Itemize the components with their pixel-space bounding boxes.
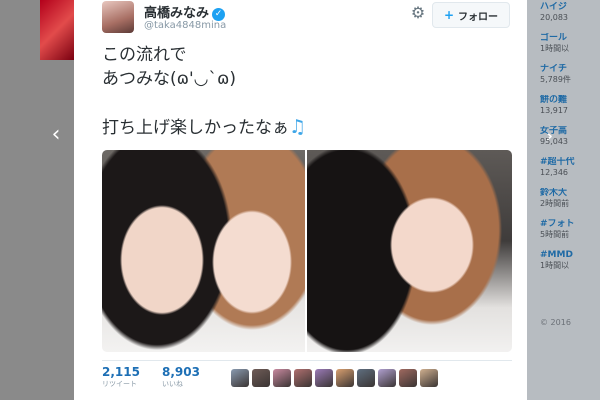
- trend-count: 2時間前: [540, 199, 570, 208]
- liker-avatar[interactable]: [231, 369, 249, 387]
- tweet-photo-2[interactable]: [307, 150, 512, 352]
- liker-avatar[interactable]: [315, 369, 333, 387]
- follow-button[interactable]: + フォロー: [432, 2, 510, 28]
- gear-icon[interactable]: ⚙: [409, 4, 427, 22]
- trend-item[interactable]: ナイチ 5,789件: [540, 64, 600, 85]
- liker-avatar[interactable]: [357, 369, 375, 387]
- trend-item[interactable]: #超十代 12,346: [540, 157, 600, 178]
- trend-title: 鈴木大: [540, 188, 568, 198]
- background-thumbnail: [40, 0, 74, 60]
- previous-arrow-icon[interactable]: ‹: [47, 122, 65, 148]
- trend-count: 20,083: [540, 13, 568, 22]
- liker-avatar[interactable]: [420, 369, 438, 387]
- trend-title: #超十代: [540, 157, 575, 167]
- trend-title: #フォト: [540, 219, 575, 229]
- liker-avatar[interactable]: [378, 369, 396, 387]
- retweet-count[interactable]: 2,115 リツイート: [102, 365, 140, 389]
- trend-item[interactable]: 鈴木大 2時間前: [540, 188, 600, 209]
- trend-title: 餅の難: [540, 95, 568, 105]
- display-name[interactable]: 高橋みなみ ✓: [144, 2, 226, 21]
- trend-count: 12,346: [540, 168, 568, 177]
- like-count[interactable]: 8,903 いいね: [162, 365, 200, 389]
- trend-count: 1時間以: [540, 261, 570, 270]
- trend-item[interactable]: #フォト 5時間前: [540, 219, 600, 240]
- footer-copyright: © 2016: [540, 318, 571, 327]
- add-user-icon: +: [443, 8, 455, 22]
- tweet-text-line-3: 打ち上げ楽しかったなぁ♫: [102, 116, 307, 138]
- liker-avatar[interactable]: [273, 369, 291, 387]
- trend-count: 5,789件: [540, 75, 571, 84]
- liker-avatar[interactable]: [252, 369, 270, 387]
- trend-item[interactable]: ゴール 1時間以: [540, 33, 600, 54]
- trend-item[interactable]: 女子高 95,043: [540, 126, 600, 147]
- avatar[interactable]: [102, 1, 134, 33]
- trend-title: 女子高: [540, 126, 568, 136]
- trend-item[interactable]: 餅の難 13,917: [540, 95, 600, 116]
- trend-title: #MMD: [540, 250, 573, 260]
- liker-avatar[interactable]: [399, 369, 417, 387]
- trend-title: ゴール: [540, 33, 568, 43]
- liker-avatars: [231, 369, 438, 387]
- trend-count: 13,917: [540, 106, 568, 115]
- trend-item[interactable]: ハイジ 20,083: [540, 2, 600, 23]
- trend-count: 95,043: [540, 137, 568, 146]
- tweet-text-line-2: あつみな(ɷ'◡`ɷ): [102, 69, 237, 89]
- left-overlay: [0, 0, 74, 400]
- stats-divider: [102, 360, 512, 361]
- liker-avatar[interactable]: [294, 369, 312, 387]
- tweet-text-line-1: この流れで: [102, 45, 187, 65]
- user-handle[interactable]: @taka4848mina: [144, 20, 226, 31]
- music-note-icon: ♫: [289, 116, 307, 138]
- trend-count: 5時間前: [540, 230, 570, 239]
- trend-title: ハイジ: [540, 2, 567, 12]
- liker-avatar[interactable]: [336, 369, 354, 387]
- tweet-photo-1[interactable]: [102, 150, 305, 352]
- trend-title: ナイチ: [540, 64, 568, 74]
- trend-count: 1時間以: [540, 44, 570, 53]
- trend-item[interactable]: #MMD 1時間以: [540, 250, 600, 271]
- tweet-card: 高橋みなみ ✓ @taka4848mina ⚙ + フォロー この流れで あつみな…: [74, 0, 527, 400]
